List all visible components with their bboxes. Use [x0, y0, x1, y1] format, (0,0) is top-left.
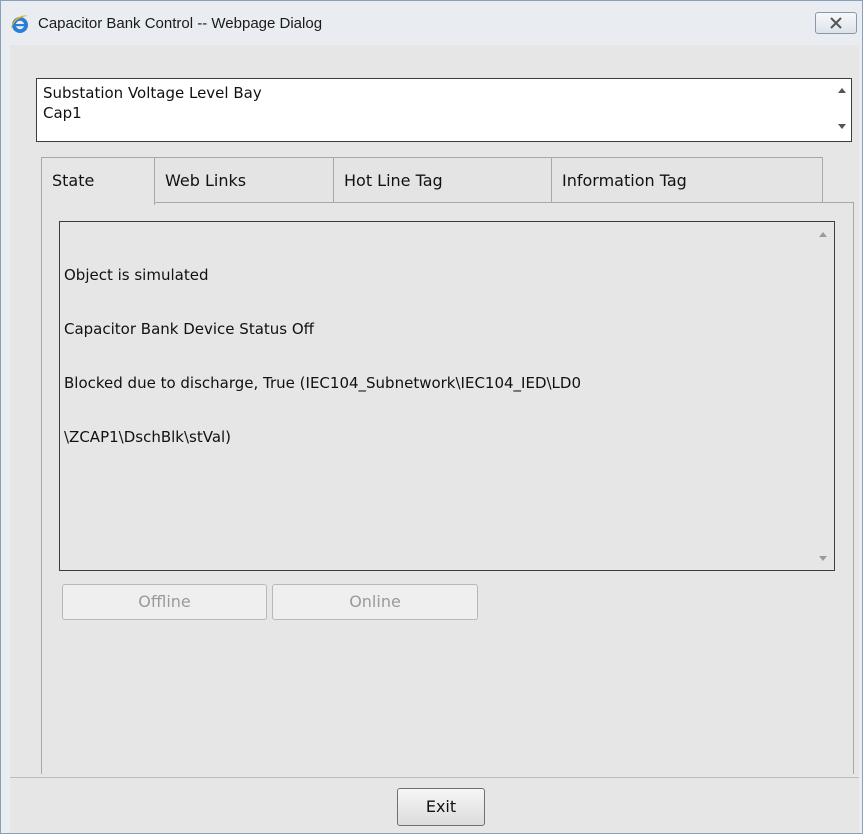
- scroll-down-arrow-icon[interactable]: [838, 124, 846, 129]
- dialog-window: Capacitor Bank Control -- Webpage Dialog…: [0, 0, 863, 834]
- title-bar: Capacitor Bank Control -- Webpage Dialog: [1, 1, 862, 45]
- state-line: Blocked due to discharge, True (IEC104_S…: [64, 374, 582, 392]
- exit-button[interactable]: Exit: [397, 788, 485, 826]
- tab-web-links-label: Web Links: [165, 171, 247, 190]
- state-textarea[interactable]: Object is simulated Capacitor Bank Devic…: [59, 221, 835, 571]
- tab-information-tag-label: Information Tag: [562, 171, 687, 190]
- scroll-down-arrow-icon[interactable]: [819, 556, 827, 561]
- scroll-up-arrow-icon[interactable]: [838, 88, 846, 93]
- offline-button[interactable]: Offline: [62, 584, 267, 620]
- online-button[interactable]: Online: [272, 584, 478, 620]
- dialog-content: Substation Voltage Level Bay Cap1 State …: [10, 45, 859, 833]
- scroll-up-arrow-icon[interactable]: [819, 232, 827, 237]
- tab-hot-line-tag-label: Hot Line Tag: [344, 171, 443, 190]
- tab-information-tag[interactable]: Information Tag: [551, 157, 823, 203]
- object-path-scrollbar[interactable]: [833, 79, 851, 141]
- window-title: Capacitor Bank Control -- Webpage Dialog: [38, 15, 323, 32]
- state-line: Capacitor Bank Device Status Off: [64, 320, 315, 338]
- state-line: \ZCAP1\DschBlk\stVal): [64, 428, 232, 446]
- tab-hot-line-tag[interactable]: Hot Line Tag: [333, 157, 552, 203]
- close-icon: [816, 17, 856, 37]
- object-path-textbox[interactable]: Substation Voltage Level Bay Cap1: [36, 78, 852, 142]
- tab-state[interactable]: State: [41, 157, 155, 205]
- tab-web-links[interactable]: Web Links: [154, 157, 334, 203]
- object-path-text: Substation Voltage Level Bay Cap1: [43, 83, 262, 123]
- internet-explorer-icon: [9, 13, 31, 35]
- state-line: Object is simulated: [64, 266, 209, 284]
- state-scrollbar[interactable]: [814, 222, 834, 570]
- tab-state-label: State: [52, 171, 95, 190]
- object-path-line-2: Cap1: [43, 104, 82, 122]
- close-button[interactable]: [815, 12, 857, 34]
- object-path-line-1: Substation Voltage Level Bay: [43, 84, 262, 102]
- state-tab-panel: Object is simulated Capacitor Bank Devic…: [41, 202, 854, 774]
- state-text: Object is simulated Capacitor Bank Devic…: [64, 230, 804, 482]
- footer-divider: [10, 777, 859, 778]
